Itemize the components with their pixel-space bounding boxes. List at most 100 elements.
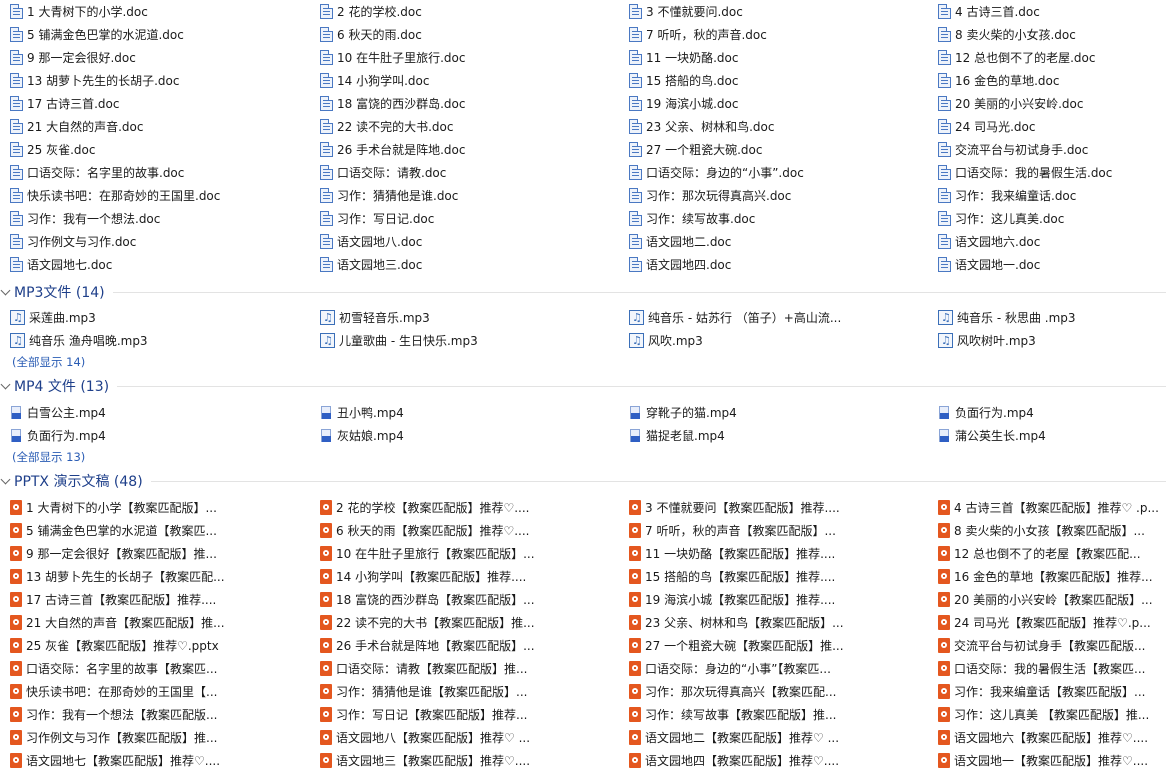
file-item[interactable]: 语文园地二.doc xyxy=(629,230,929,253)
file-item[interactable]: 负面行为.mp4 xyxy=(10,424,310,447)
file-item[interactable]: 快乐读书吧：在那奇妙的王国里【... xyxy=(10,680,310,703)
file-item[interactable]: 习作：我有一个想法【教案匹配版... xyxy=(10,703,310,726)
file-item[interactable]: 16 金色的草地.doc xyxy=(938,69,1166,92)
chevron-down-icon[interactable] xyxy=(1,381,11,391)
file-item[interactable]: 习作：猜猜他是谁.doc xyxy=(320,184,620,207)
file-item[interactable]: 6 秋天的雨【教案匹配版】推荐♡.... xyxy=(320,519,620,542)
file-item[interactable]: 14 小狗学叫.doc xyxy=(320,69,620,92)
file-item[interactable]: 10 在牛肚子里旅行【教案匹配版】... xyxy=(320,542,620,565)
file-item[interactable]: 24 司马光【教案匹配版】推荐♡.p... xyxy=(938,611,1166,634)
file-item[interactable]: 1 大青树下的小学.doc xyxy=(10,0,310,23)
file-item[interactable]: 丑小鸭.mp4 xyxy=(320,401,620,424)
file-item[interactable]: 9 那一定会很好.doc xyxy=(10,46,310,69)
file-item[interactable]: 猫捉老鼠.mp4 xyxy=(629,424,929,447)
file-item[interactable]: 6 秋天的雨.doc xyxy=(320,23,620,46)
section-header-mp4[interactable]: MP4 文件 (13) xyxy=(0,375,1166,397)
file-item[interactable]: 语文园地七.doc xyxy=(10,253,310,276)
file-item[interactable]: 口语交际：身边的“小事”.doc xyxy=(629,161,929,184)
file-item[interactable]: 5 铺满金色巴掌的水泥道【教案匹... xyxy=(10,519,310,542)
file-item[interactable]: 10 在牛肚子里旅行.doc xyxy=(320,46,620,69)
file-item[interactable]: 22 读不完的大书【教案匹配版】推... xyxy=(320,611,620,634)
file-item[interactable]: 15 搭船的鸟.doc xyxy=(629,69,929,92)
file-item[interactable]: 22 读不完的大书.doc xyxy=(320,115,620,138)
file-item[interactable]: 采莲曲.mp3 xyxy=(10,306,310,329)
file-item[interactable]: 口语交际：名字里的故事.doc xyxy=(10,161,310,184)
file-item[interactable]: 19 海滨小城【教案匹配版】推荐.... xyxy=(629,588,929,611)
show-all-mp4-link[interactable]: (全部显示 13) xyxy=(12,448,85,466)
file-item[interactable]: 3 不懂就要问【教案匹配版】推荐.... xyxy=(629,496,929,519)
file-item[interactable]: 习作：猜猜他是谁【教案匹配版】... xyxy=(320,680,620,703)
file-item[interactable]: 口语交际：名字里的故事【教案匹... xyxy=(10,657,310,680)
chevron-down-icon[interactable] xyxy=(1,287,11,297)
file-item[interactable]: 7 听听，秋的声音【教案匹配版】... xyxy=(629,519,929,542)
file-item[interactable]: 习作例文与习作【教案匹配版】推... xyxy=(10,726,310,749)
file-item[interactable]: 语文园地八【教案匹配版】推荐♡ ... xyxy=(320,726,620,749)
file-item[interactable]: 17 古诗三首.doc xyxy=(10,92,310,115)
file-item[interactable]: 11 一块奶酪.doc xyxy=(629,46,929,69)
file-item[interactable]: 习作例文与习作.doc xyxy=(10,230,310,253)
file-item[interactable]: 17 古诗三首【教案匹配版】推荐.... xyxy=(10,588,310,611)
file-item[interactable]: 语文园地七【教案匹配版】推荐♡.... xyxy=(10,749,310,772)
file-item[interactable]: 习作：写日记.doc xyxy=(320,207,620,230)
file-item[interactable]: 27 一个粗瓷大碗【教案匹配版】推... xyxy=(629,634,929,657)
file-item[interactable]: 口语交际：我的暑假生活.doc xyxy=(938,161,1166,184)
file-item[interactable]: 18 富饶的西沙群岛【教案匹配版】... xyxy=(320,588,620,611)
file-item[interactable]: 口语交际：我的暑假生活【教案匹... xyxy=(938,657,1166,680)
file-item[interactable]: 纯音乐 - 姑苏行 （笛子）+高山流... xyxy=(629,306,929,329)
section-header-mp3[interactable]: MP3文件 (14) xyxy=(0,281,1166,303)
file-item[interactable]: 3 不懂就要问.doc xyxy=(629,0,929,23)
file-item[interactable]: 快乐读书吧：在那奇妙的王国里.doc xyxy=(10,184,310,207)
file-item[interactable]: 9 那一定会很好【教案匹配版】推... xyxy=(10,542,310,565)
file-item[interactable]: 19 海滨小城.doc xyxy=(629,92,929,115)
file-item[interactable]: 18 富饶的西沙群岛.doc xyxy=(320,92,620,115)
file-item[interactable]: 风吹.mp3 xyxy=(629,329,929,352)
file-item[interactable]: 口语交际：请教.doc xyxy=(320,161,620,184)
file-item[interactable]: 习作：续写故事.doc xyxy=(629,207,929,230)
file-item[interactable]: 8 卖火柴的小女孩【教案匹配版】... xyxy=(938,519,1166,542)
file-item[interactable]: 21 大自然的声音.doc xyxy=(10,115,310,138)
file-item[interactable]: 16 金色的草地【教案匹配版】推荐... xyxy=(938,565,1166,588)
file-item[interactable]: 语文园地四.doc xyxy=(629,253,929,276)
file-item[interactable]: 口语交际：身边的“小事”【教案匹... xyxy=(629,657,929,680)
file-item[interactable]: 25 灰雀【教案匹配版】推荐♡.pptx xyxy=(10,634,310,657)
file-item[interactable]: 8 卖火柴的小女孩.doc xyxy=(938,23,1166,46)
file-item[interactable]: 20 美丽的小兴安岭.doc xyxy=(938,92,1166,115)
file-item[interactable]: 习作：我来编童话【教案匹配版】... xyxy=(938,680,1166,703)
file-item[interactable]: 13 胡萝卜先生的长胡子【教案匹配... xyxy=(10,565,310,588)
file-item[interactable]: 纯音乐 渔舟唱晚.mp3 xyxy=(10,329,310,352)
file-item[interactable]: 蒲公英生长.mp4 xyxy=(938,424,1166,447)
file-item[interactable]: 交流平台与初试身手【教案匹配版... xyxy=(938,634,1166,657)
file-item[interactable]: 语文园地六【教案匹配版】推荐♡.... xyxy=(938,726,1166,749)
file-item[interactable]: 习作：续写故事【教案匹配版】推... xyxy=(629,703,929,726)
show-all-mp3-link[interactable]: (全部显示 14) xyxy=(12,353,85,371)
file-item[interactable]: 语文园地六.doc xyxy=(938,230,1166,253)
file-item[interactable]: 口语交际：请教【教案匹配版】推... xyxy=(320,657,620,680)
file-item[interactable]: 语文园地二【教案匹配版】推荐♡ ... xyxy=(629,726,929,749)
file-item[interactable]: 23 父亲、树林和鸟【教案匹配版】... xyxy=(629,611,929,634)
file-item[interactable]: 交流平台与初试身手.doc xyxy=(938,138,1166,161)
file-item[interactable]: 15 搭船的鸟【教案匹配版】推荐.... xyxy=(629,565,929,588)
file-item[interactable]: 13 胡萝卜先生的长胡子.doc xyxy=(10,69,310,92)
file-item[interactable]: 12 总也倒不了的老屋.doc xyxy=(938,46,1166,69)
file-item[interactable]: 27 一个粗瓷大碗.doc xyxy=(629,138,929,161)
chevron-down-icon[interactable] xyxy=(1,476,11,486)
section-header-pptx[interactable]: PPTX 演示文稿 (48) xyxy=(0,470,1166,492)
file-item[interactable]: 5 铺满金色巴掌的水泥道.doc xyxy=(10,23,310,46)
file-item[interactable]: 语文园地四【教案匹配版】推荐♡.... xyxy=(629,749,929,772)
file-item[interactable]: 11 一块奶酪【教案匹配版】推荐.... xyxy=(629,542,929,565)
file-item[interactable]: 初雪轻音乐.mp3 xyxy=(320,306,620,329)
file-item[interactable]: 负面行为.mp4 xyxy=(938,401,1166,424)
file-item[interactable]: 语文园地三【教案匹配版】推荐♡.... xyxy=(320,749,620,772)
file-item[interactable]: 14 小狗学叫【教案匹配版】推荐.... xyxy=(320,565,620,588)
file-item[interactable]: 风吹树叶.mp3 xyxy=(938,329,1166,352)
file-item[interactable]: 语文园地一.doc xyxy=(938,253,1166,276)
file-item[interactable]: 4 古诗三首【教案匹配版】推荐♡ .p... xyxy=(938,496,1166,519)
file-item[interactable]: 2 花的学校【教案匹配版】推荐♡.... xyxy=(320,496,620,519)
file-item[interactable]: 语文园地三.doc xyxy=(320,253,620,276)
file-item[interactable]: 语文园地八.doc xyxy=(320,230,620,253)
file-item[interactable]: 儿童歌曲 - 生日快乐.mp3 xyxy=(320,329,620,352)
file-item[interactable]: 21 大自然的声音【教案匹配版】推... xyxy=(10,611,310,634)
file-item[interactable]: 26 手术台就是阵地【教案匹配版】... xyxy=(320,634,620,657)
file-item[interactable]: 习作：我有一个想法.doc xyxy=(10,207,310,230)
file-item[interactable]: 2 花的学校.doc xyxy=(320,0,620,23)
